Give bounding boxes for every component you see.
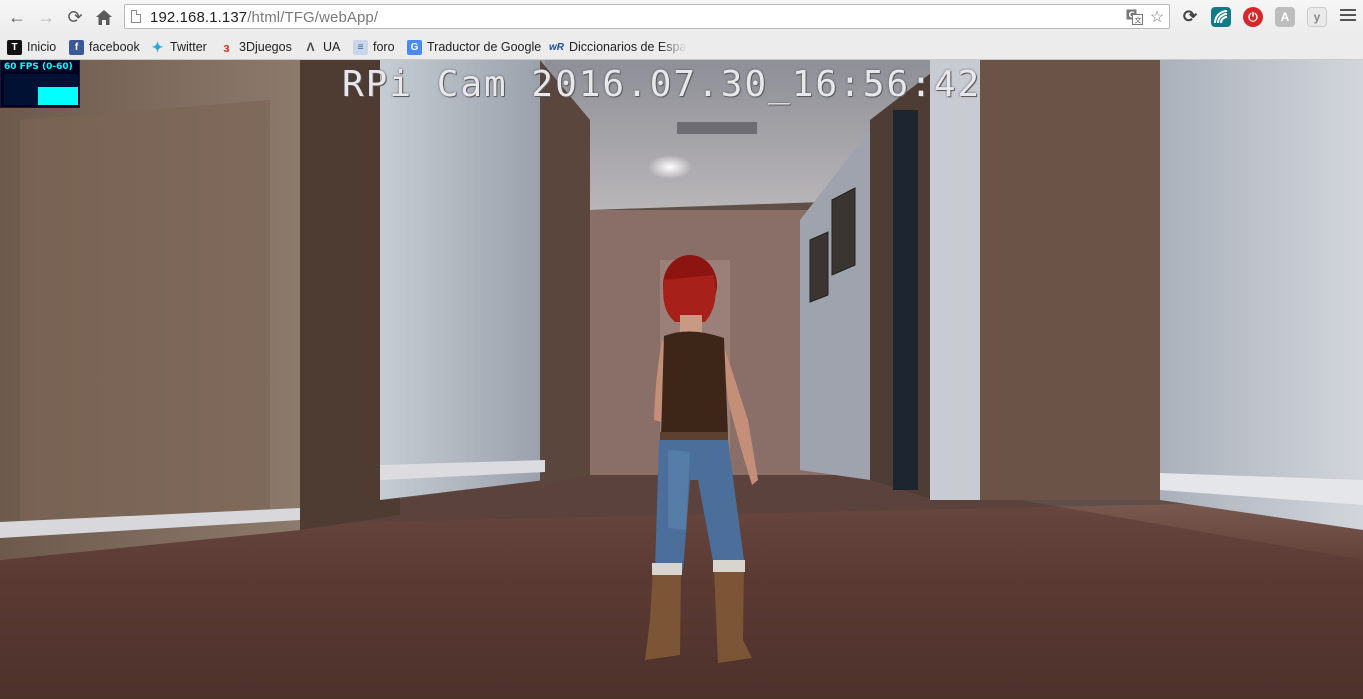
sync-icon[interactable]: ⟳	[1180, 7, 1200, 27]
menu-icon[interactable]	[1340, 9, 1356, 24]
wordreference-icon: wR	[549, 41, 564, 53]
bookmark-inicio[interactable]: T Inicio	[7, 38, 56, 56]
bookmark-foro[interactable]: ≡ foro	[353, 38, 395, 56]
address-bar[interactable]: 192.168.1.137/html/TFG/webApp/ G文 ☆	[124, 4, 1170, 29]
bookmark-label: UA	[323, 40, 341, 54]
facebook-icon: f	[69, 39, 84, 55]
bookmark-label: foro	[373, 40, 395, 54]
forward-arrow-icon[interactable]: →	[35, 6, 57, 28]
bookmarks-bar: T Inicio f facebook ✦ Twitter з 3Djuegos…	[0, 35, 1363, 60]
url-host: 192.168.1.137	[150, 9, 248, 26]
bookmark-label: facebook	[89, 40, 140, 54]
bookmark-label: 3Djuegos	[239, 40, 292, 54]
bookmark-google-translate[interactable]: G Traductor de Google	[407, 38, 541, 56]
bookmark-twitter[interactable]: ✦ Twitter	[150, 38, 207, 56]
fps-bar	[38, 87, 78, 105]
fps-stats-panel[interactable]: 60 FPS (0-60)	[0, 60, 80, 108]
ua-icon: Λ	[306, 40, 315, 54]
camera-timestamp-overlay: RPi Cam 2016.07.30_16:56:42	[342, 64, 982, 105]
page-icon	[131, 10, 141, 23]
bookmark-facebook[interactable]: f facebook	[69, 38, 140, 56]
power-icon[interactable]: ⏻	[1243, 7, 1263, 27]
url-path: /html/TFG/webApp/	[247, 9, 379, 26]
foro-icon: ≡	[353, 39, 368, 55]
svg-text:文: 文	[1134, 16, 1141, 25]
bookmark-diccionarios[interactable]: wR Diccionarios de Españ	[549, 38, 687, 56]
fps-graph	[4, 74, 78, 105]
3djuegos-icon: з	[223, 39, 230, 55]
back-arrow-icon[interactable]: ←	[6, 6, 28, 28]
home-icon[interactable]	[93, 6, 115, 28]
bookmark-ua[interactable]: Λ UA	[303, 38, 340, 56]
bookmark-label: Traductor de Google	[427, 40, 542, 54]
camera-scene	[0, 60, 1363, 699]
angular-icon[interactable]: A	[1275, 7, 1295, 27]
translate-icon[interactable]: G文	[1125, 8, 1143, 26]
reload-icon[interactable]: ⟳	[64, 6, 86, 28]
bookmark-label: Inicio	[27, 40, 57, 54]
cast-icon[interactable]	[1211, 7, 1231, 27]
bookmark-label: Diccionarios de Españ	[569, 40, 687, 54]
extension-icon[interactable]: y	[1307, 7, 1327, 27]
url-text[interactable]: 192.168.1.137/html/TFG/webApp/	[150, 9, 378, 26]
twitter-icon: ✦	[151, 38, 164, 55]
google-translate-icon: G	[407, 39, 422, 55]
camera-viewport[interactable]: RPi Cam 2016.07.30_16:56:42 60 FPS (0-60…	[0, 60, 1363, 699]
bookmark-3djuegos[interactable]: з 3Djuegos	[219, 38, 292, 56]
inicio-icon: T	[7, 39, 22, 55]
browser-toolbar: ← → ⟳ 192.168.1.137/html/TFG/webApp/ G文 …	[0, 0, 1363, 35]
fps-label: 60 FPS (0-60)	[4, 62, 73, 72]
bookmark-label: Twitter	[170, 40, 207, 54]
star-icon[interactable]: ☆	[1148, 8, 1166, 26]
